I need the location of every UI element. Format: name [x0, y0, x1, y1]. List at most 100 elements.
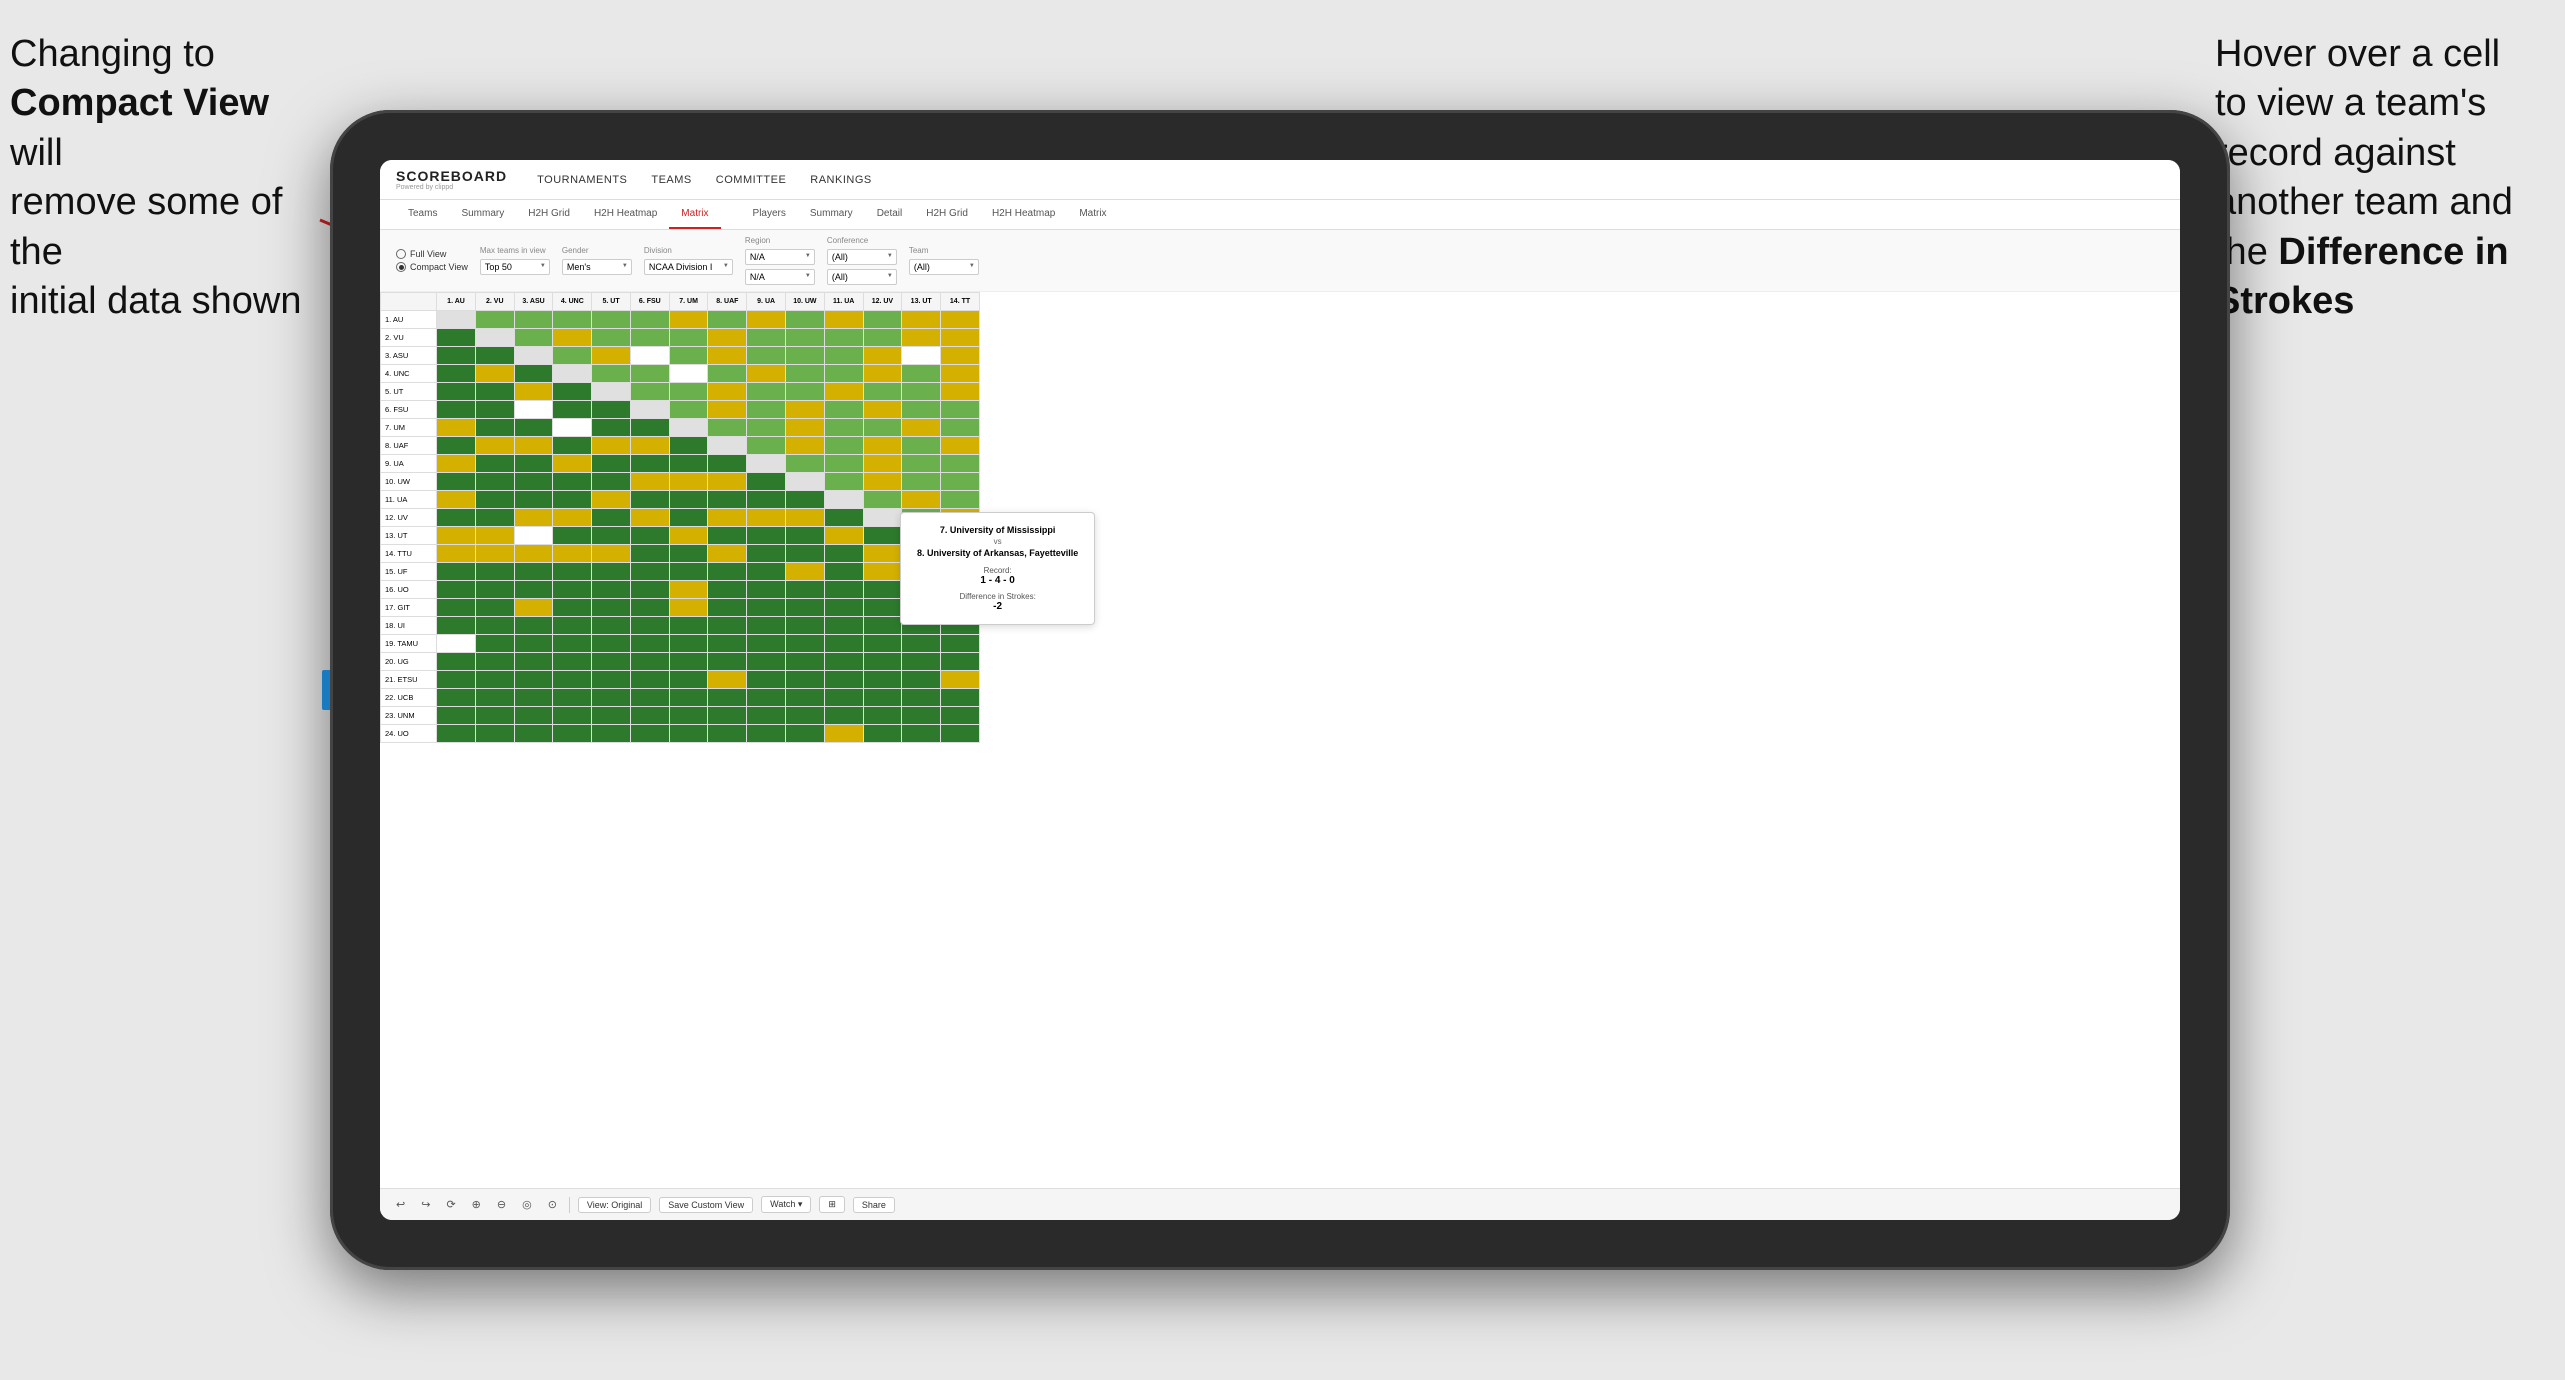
table-row[interactable]: 8. UAF	[381, 437, 980, 455]
matrix-cell[interactable]	[824, 473, 863, 491]
matrix-cell[interactable]	[592, 437, 631, 455]
matrix-cell[interactable]	[630, 419, 669, 437]
matrix-cell[interactable]	[747, 347, 786, 365]
matrix-cell[interactable]	[630, 725, 669, 743]
matrix-cell[interactable]	[669, 365, 708, 383]
matrix-cell[interactable]	[708, 599, 747, 617]
matrix-cell[interactable]	[941, 383, 980, 401]
matrix-cell[interactable]	[669, 725, 708, 743]
tab-h2h-grid[interactable]: H2H Grid	[516, 200, 582, 229]
matrix-cell[interactable]	[475, 491, 514, 509]
matrix-cell[interactable]	[592, 671, 631, 689]
matrix-cell[interactable]	[824, 599, 863, 617]
matrix-cell[interactable]	[475, 707, 514, 725]
matrix-cell[interactable]	[592, 707, 631, 725]
matrix-cell[interactable]	[592, 581, 631, 599]
matrix-cell[interactable]	[553, 653, 592, 671]
matrix-cell[interactable]	[630, 545, 669, 563]
matrix-cell[interactable]	[514, 473, 553, 491]
matrix-cell[interactable]	[669, 383, 708, 401]
matrix-cell[interactable]	[475, 653, 514, 671]
matrix-cell[interactable]	[475, 689, 514, 707]
matrix-cell[interactable]	[902, 491, 941, 509]
matrix-cell[interactable]	[475, 581, 514, 599]
matrix-cell[interactable]	[708, 545, 747, 563]
matrix-cell[interactable]	[786, 653, 825, 671]
region-select[interactable]: N/A	[745, 249, 815, 265]
matrix-cell[interactable]	[553, 473, 592, 491]
matrix-cell[interactable]	[514, 437, 553, 455]
matrix-cell[interactable]	[514, 509, 553, 527]
matrix-cell[interactable]	[747, 563, 786, 581]
matrix-cell[interactable]	[708, 347, 747, 365]
matrix-cell[interactable]	[475, 545, 514, 563]
table-row[interactable]: 22. UCB	[381, 689, 980, 707]
matrix-cell[interactable]	[630, 347, 669, 365]
matrix-cell[interactable]	[475, 527, 514, 545]
matrix-cell[interactable]	[592, 599, 631, 617]
matrix-cell[interactable]	[824, 671, 863, 689]
matrix-cell[interactable]	[669, 491, 708, 509]
matrix-cell[interactable]	[747, 653, 786, 671]
table-row[interactable]: 17. GIT	[381, 599, 980, 617]
matrix-cell[interactable]	[708, 671, 747, 689]
matrix-cell[interactable]	[514, 527, 553, 545]
matrix-cell[interactable]	[941, 473, 980, 491]
matrix-cell[interactable]	[669, 419, 708, 437]
matrix-cell[interactable]	[747, 527, 786, 545]
matrix-cell[interactable]	[863, 599, 902, 617]
matrix-cell[interactable]	[863, 491, 902, 509]
matrix-cell[interactable]	[708, 689, 747, 707]
matrix-cell[interactable]	[863, 707, 902, 725]
matrix-cell[interactable]	[863, 473, 902, 491]
matrix-cell[interactable]	[863, 365, 902, 383]
matrix-cell[interactable]	[824, 419, 863, 437]
matrix-cell[interactable]	[669, 329, 708, 347]
matrix-cell[interactable]	[708, 527, 747, 545]
matrix-cell[interactable]	[786, 527, 825, 545]
nav-rankings[interactable]: RANKINGS	[810, 174, 871, 186]
matrix-cell[interactable]	[475, 635, 514, 653]
full-view-radio[interactable]	[396, 249, 406, 259]
matrix-cell[interactable]	[553, 509, 592, 527]
matrix-cell[interactable]	[902, 311, 941, 329]
matrix-cell[interactable]	[708, 617, 747, 635]
matrix-cell[interactable]	[437, 707, 476, 725]
region-select2[interactable]: N/A	[745, 269, 815, 285]
matrix-cell[interactable]	[669, 347, 708, 365]
undo-icon[interactable]: ↩	[392, 1196, 409, 1213]
matrix-cell[interactable]	[941, 671, 980, 689]
matrix-cell[interactable]	[475, 365, 514, 383]
matrix-cell[interactable]	[437, 563, 476, 581]
matrix-cell[interactable]	[708, 581, 747, 599]
matrix-cell[interactable]	[863, 689, 902, 707]
tab-players-summary[interactable]: Summary	[798, 200, 865, 229]
matrix-cell[interactable]	[863, 545, 902, 563]
matrix-cell[interactable]	[514, 635, 553, 653]
matrix-cell[interactable]	[553, 311, 592, 329]
table-row[interactable]: 23. UNM	[381, 707, 980, 725]
matrix-cell[interactable]	[669, 653, 708, 671]
matrix-cell[interactable]	[437, 635, 476, 653]
matrix-cell[interactable]	[786, 545, 825, 563]
tab-summary[interactable]: Summary	[449, 200, 516, 229]
table-row[interactable]: 9. UA	[381, 455, 980, 473]
matrix-cell[interactable]	[863, 401, 902, 419]
matrix-cell[interactable]	[863, 437, 902, 455]
matrix-cell[interactable]	[786, 311, 825, 329]
table-row[interactable]: 10. UW	[381, 473, 980, 491]
matrix-cell[interactable]	[553, 437, 592, 455]
matrix-cell[interactable]	[708, 455, 747, 473]
matrix-cell[interactable]	[592, 383, 631, 401]
matrix-cell[interactable]	[708, 365, 747, 383]
matrix-cell[interactable]	[902, 671, 941, 689]
matrix-cell[interactable]	[630, 473, 669, 491]
matrix-cell[interactable]	[592, 635, 631, 653]
team-select[interactable]: (All)	[909, 259, 979, 275]
conference-select2[interactable]: (All)	[827, 269, 897, 285]
matrix-cell[interactable]	[747, 509, 786, 527]
matrix-cell[interactable]	[669, 311, 708, 329]
full-view-option[interactable]: Full View	[396, 249, 468, 259]
matrix-cell[interactable]	[786, 437, 825, 455]
matrix-cell[interactable]	[514, 347, 553, 365]
